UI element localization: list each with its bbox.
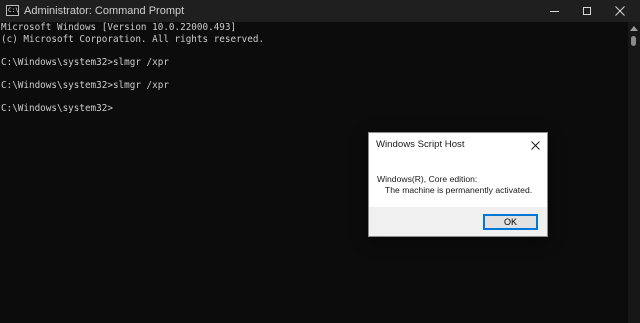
dialog-message-activation: The machine is permanently activated.	[385, 185, 533, 195]
windows-script-host-dialog: Windows Script Host Windows(R), Core edi…	[368, 132, 548, 237]
scroll-up-arrow-icon[interactable]	[630, 26, 638, 31]
console-line: C:\Windows\system32>slmgr /xpr	[1, 79, 169, 91]
console-line: C:\Windows\system32>slmgr /xpr	[1, 56, 169, 68]
window-title: Administrator: Command Prompt	[24, 5, 185, 17]
scrollbar-thumb[interactable]	[631, 36, 636, 46]
dialog-message-edition: Windows(R), Core edition:	[377, 174, 478, 184]
title-bar[interactable]: C:\ Administrator: Command Prompt	[0, 0, 640, 22]
close-icon	[615, 6, 625, 16]
ok-button[interactable]: OK	[483, 214, 538, 230]
console-prompt-line: C:\Windows\system32>	[1, 102, 113, 114]
console-line: (c) Microsoft Corporation. All rights re…	[1, 33, 265, 45]
close-icon	[530, 140, 540, 150]
vertical-scrollbar[interactable]	[628, 22, 640, 323]
dialog-button-bar: OK	[369, 207, 547, 236]
console-line: Microsoft Windows [Version 10.0.22000.49…	[1, 22, 237, 33]
close-button[interactable]	[600, 0, 640, 22]
maximize-icon	[583, 7, 591, 15]
minimize-icon	[549, 10, 559, 12]
dialog-message-area: Windows(R), Core edition: The machine is…	[369, 157, 547, 207]
dialog-title-bar[interactable]: Windows Script Host	[369, 133, 547, 157]
dialog-title: Windows Script Host	[376, 139, 465, 150]
command-prompt-icon: C:\	[6, 5, 19, 16]
command-prompt-window: C:\ Administrator: Command Prompt Micros…	[0, 0, 640, 323]
dialog-close-button[interactable]	[527, 137, 543, 153]
